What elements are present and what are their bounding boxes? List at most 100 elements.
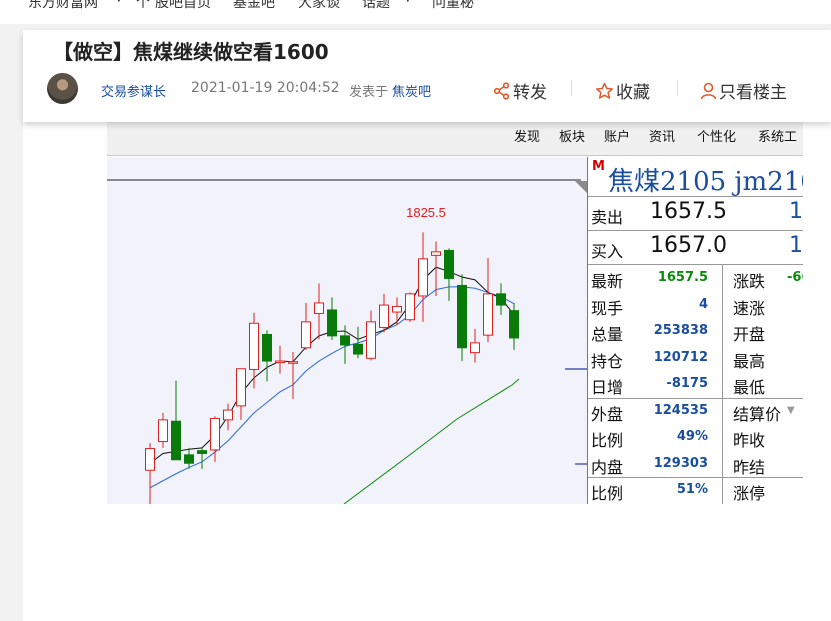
corner-marker [575,181,587,193]
post-time: 2021-01-19 20:04:52 [191,80,340,96]
candle-up [236,368,246,420]
candle-up [223,403,233,431]
kline-chart: 1825.5 [107,157,587,504]
quote-field-value: -66 [787,270,803,285]
candle-up [405,292,415,322]
nav-item-stock[interactable]: 个 [136,0,150,12]
quote-field-value: 51% [676,482,708,497]
post-from-label: 发表于 [349,85,389,100]
quote-field-label: 比例 [591,484,624,503]
quote-field-label: 涨跌 [733,272,766,291]
share-icon [493,81,510,100]
nav-item-guba-home[interactable]: 股吧首页 [155,0,211,12]
candle-down [457,274,467,362]
avatar[interactable] [47,73,78,104]
buy-row: 买入 1657.0 15 [588,231,803,265]
star-icon [596,82,613,99]
quote-field-label: 日增 [591,378,624,397]
menu-item: 系统工 [758,130,798,145]
quote-row: 比例 51% 涨停 [588,477,803,504]
quote-field-value: 4 [698,296,708,312]
menu-item: 个性化 [697,130,737,145]
favorite-button[interactable]: 收藏 [595,78,650,103]
post-title: 【做空】焦煤继续做空看1600 [53,40,329,64]
ma20-line [343,378,520,504]
quote-field-label: 昨收 [733,431,766,450]
quote-field-label: 最新 [591,272,624,291]
nav-item-ask-secretary[interactable]: 问董秘 [432,0,474,12]
candle-down [262,330,272,382]
quote-row: 日增 -8175 最低 [588,371,803,398]
share-label: 转发 [513,83,547,103]
candle-up [288,351,298,399]
quote-field-label: 最高 [733,351,766,371]
user-icon [700,82,717,99]
nav-item-topics[interactable]: 话题 [362,0,390,12]
menu-item: 账户 [604,130,631,145]
nav-item-home[interactable]: 东方财富网 [28,0,98,12]
market-mark: M [592,159,605,174]
quote-field-value: 120712 [653,349,708,365]
post-header: 【做空】焦煤继续做空看1600 交易参谋长 2021-01-19 20:04:5… [23,30,831,122]
chevron-down-icon[interactable]: ▼ [115,0,123,4]
candle-up [483,258,493,343]
nav-item-fund-bar[interactable]: 基金吧 [233,0,275,12]
post-image[interactable]: 发现 板块 账户 资讯 个性化 系统工 1825.5 M 焦煤2105 jm21… [107,122,803,504]
quote-field-label: 速涨 [733,298,766,318]
quote-field-label: 持仓 [591,351,624,371]
chevron-down-icon[interactable]: ▼ [787,405,795,416]
sell-row: 卖出 1657.5 1 [588,197,803,231]
candle-up [314,283,324,340]
quote-field-label: 昨结 [733,457,766,477]
quote-row: 内盘 129303 昨结 [588,451,803,478]
quote-row: 持仓 120712 最高 [588,345,803,372]
sell-label: 卖出 [591,208,624,227]
author-only-label: 只看楼主 [719,83,787,103]
sell-price: 1657.5 [650,199,727,224]
quote-field-label: 外盘 [591,404,624,424]
quote-field-label: 内盘 [591,457,624,477]
quote-field-label: 总量 [591,325,624,344]
candle-down [444,248,454,301]
candle-up [470,328,480,363]
menu-item: 资讯 [649,130,676,145]
menu-item: 发现 [514,130,541,145]
nav-item-discussion[interactable]: 大家谈 [298,0,340,12]
quote-field-value: 129303 [653,455,708,471]
candle-down [171,380,181,461]
author-only-button[interactable]: 只看楼主 [700,78,787,103]
quote-field-label: 涨停 [733,484,766,503]
candle-up [379,293,389,333]
buy-label: 买入 [591,242,624,261]
candle-up [301,302,311,350]
candle-down [327,297,337,341]
candle-up [366,310,376,361]
quote-field-value: 124535 [653,402,708,418]
post-from-bar-link[interactable]: 焦炭吧 [392,81,431,100]
buy-price: 1657.0 [650,233,727,258]
quote-field-value: -8175 [666,376,708,391]
share-button[interactable]: 转发 [493,78,547,103]
quote-field-value: 253838 [653,323,708,338]
quote-field-label: 开盘 [733,325,766,344]
menu-item: 板块 [559,130,586,145]
chevron-down-icon[interactable]: ▼ [404,0,412,4]
candle-up [275,345,285,374]
divider [677,80,678,96]
candle-up [418,232,428,322]
quote-row: 总量 253838 开盘 [588,318,803,345]
candle-up [145,442,155,504]
software-menubar: 发现 板块 账户 资讯 个性化 系统工 [107,122,803,156]
peak-annotation: 1825.5 [406,205,446,220]
candle-up [158,412,168,448]
quote-field-value: 49% [676,429,708,444]
author-link[interactable]: 交易参谋长 [101,81,166,100]
buy-volume: 15 [789,233,803,258]
sell-volume: 1 [789,199,803,224]
favorite-label: 收藏 [616,83,650,103]
candle-up [392,297,402,326]
kline-svg: 1825.5 [107,179,587,504]
quote-field-label: 结算价 [733,404,782,424]
quote-row: 比例 49% 昨收 [588,424,803,451]
candle-down [496,283,506,315]
